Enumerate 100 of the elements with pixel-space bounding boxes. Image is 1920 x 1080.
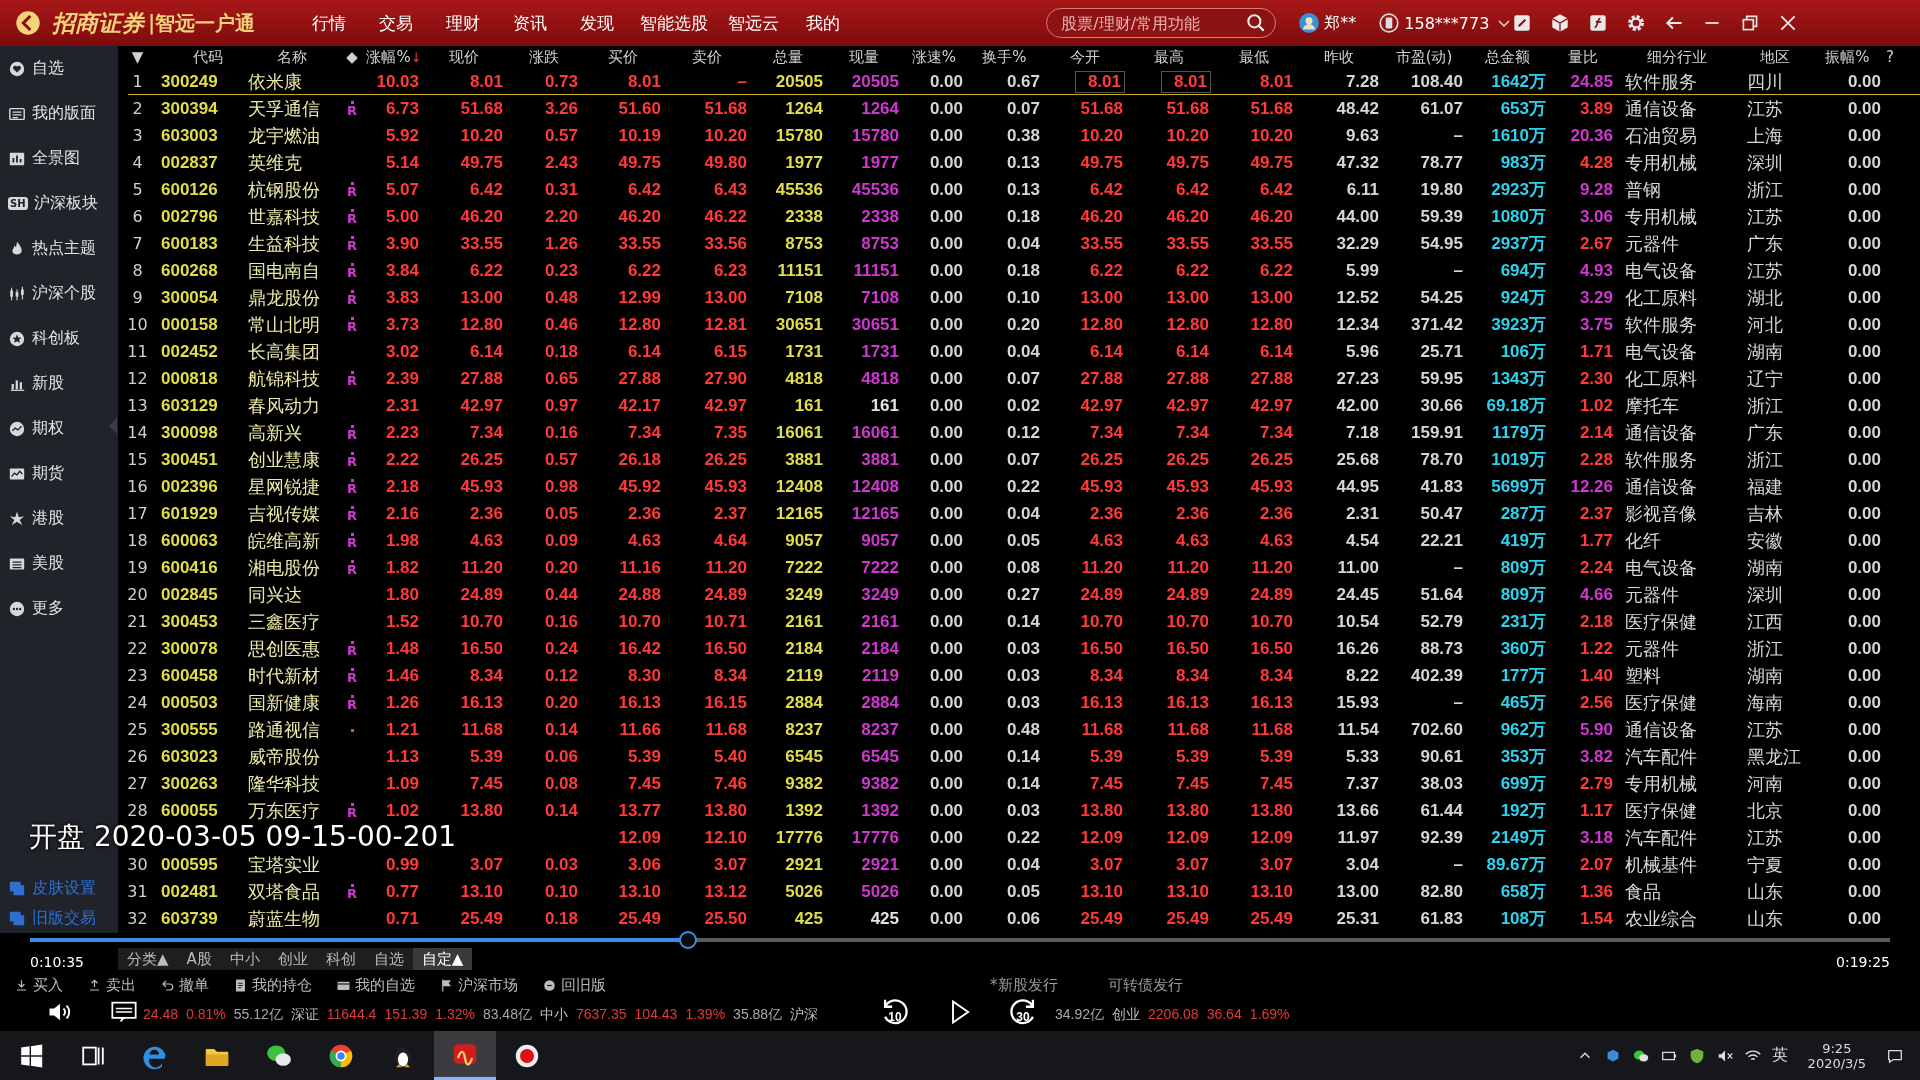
column-header[interactable]: 振幅% <box>1811 47 1884 67</box>
sidebar-item[interactable]: 热点主题 <box>0 226 118 271</box>
sidebar-item[interactable]: 新股 <box>0 361 118 406</box>
stock-code: 000595 <box>160 854 219 875</box>
stock-code: 600458 <box>160 665 219 686</box>
table-cell-text: 0.00 <box>1846 476 1882 497</box>
column-header[interactable]: 最低 <box>1212 47 1296 67</box>
column-header[interactable]: 最高 <box>1126 47 1212 67</box>
sidebar-item[interactable]: 港股 <box>0 496 118 541</box>
column-header[interactable]: 涨跌 <box>506 47 581 67</box>
column-header[interactable]: ◆ <box>338 48 366 66</box>
table-cell-text: 12.81 <box>703 314 748 335</box>
table-cell-text: 61.07 <box>1419 98 1464 119</box>
menu-item[interactable]: 智远云 <box>718 11 790 35</box>
menu-item[interactable]: 我的 <box>789 11 857 35</box>
sidebar-item[interactable]: 科创板 <box>0 316 118 361</box>
toolbar-button[interactable]: 我的自选 <box>336 975 415 995</box>
column-header[interactable]: 今开 <box>1043 47 1126 67</box>
toolbar-button[interactable]: 回旧版 <box>542 975 606 995</box>
toolbar-button[interactable]: 买入 <box>14 975 63 995</box>
user-name[interactable]: 郑** <box>1324 12 1357 34</box>
table-cell-text: 12.09 <box>1249 827 1294 848</box>
column-header[interactable]: 总金额 <box>1466 47 1549 67</box>
slider-thumb[interactable] <box>679 931 698 949</box>
column-header[interactable]: 现量 <box>826 47 902 67</box>
column-header[interactable]: 市盈(动) <box>1382 47 1466 67</box>
account-number[interactable]: 158***773 <box>1404 13 1490 33</box>
sidebar-item[interactable]: 更多 <box>0 586 118 631</box>
table-cell-text: 10.20 <box>1079 125 1124 146</box>
column-header[interactable]: 量比 <box>1549 47 1616 67</box>
column-header[interactable]: 卖价 <box>664 47 750 67</box>
column-header[interactable]: 代码 <box>157 47 245 67</box>
market-tab[interactable]: 分类▲ <box>118 948 178 970</box>
table-cell-text: 360万 <box>1499 638 1547 660</box>
sidebar-label: 沪深板块 <box>33 193 98 214</box>
column-header[interactable]: 换手% <box>966 47 1043 67</box>
news-link[interactable]: *新股发行 <box>990 975 1058 995</box>
sidebar-item[interactable]: 我的版面 <box>0 91 118 136</box>
market-tab[interactable]: 创业 <box>268 948 317 970</box>
row-number: 1 <box>131 72 144 91</box>
menu-item[interactable]: 行情 <box>295 11 363 35</box>
table-cell-text: 0.05 <box>543 503 579 524</box>
table-cell-text: 45.93 <box>1079 476 1124 497</box>
clock-date[interactable]: 2020/3/5 <box>1807 1055 1866 1071</box>
table-cell-text: 809万 <box>1499 584 1547 606</box>
sidebar-item[interactable]: 期货 <box>0 451 118 496</box>
toolbar-button[interactable]: 撤单 <box>160 975 209 995</box>
table-cell-text: 0.18 <box>1005 206 1041 227</box>
clock-time[interactable]: 9:25 <box>1822 1040 1852 1056</box>
market-tab[interactable]: 科创 <box>316 948 365 970</box>
help-icon[interactable]: ? <box>1884 48 1914 66</box>
sidebar-item[interactable]: 自选 <box>0 46 118 91</box>
market-tab[interactable]: 自选 <box>364 948 413 970</box>
news-link[interactable]: 可转债发行 <box>1107 975 1183 995</box>
column-header[interactable]: 地区 <box>1738 47 1811 67</box>
column-header[interactable]: ▼ <box>118 48 157 66</box>
toolbar-button[interactable]: 沪深市场 <box>439 975 518 995</box>
column-header[interactable]: 现价 <box>422 47 506 67</box>
menu-item[interactable]: 交易 <box>362 11 430 35</box>
table-cell-text: 0.12 <box>1005 422 1041 443</box>
sidebar-item[interactable]: 沪深个股 <box>0 271 118 316</box>
table-cell-text: 10.03 <box>375 71 420 92</box>
table-cell-text: 15780 <box>850 125 900 146</box>
menu-item[interactable]: 发现 <box>563 11 631 35</box>
sidebar-label: 热点主题 <box>32 238 96 259</box>
sidebar-item[interactable]: SH 沪深板块 <box>0 181 118 226</box>
sidebar-item[interactable]: 美股 <box>0 541 118 586</box>
caret-icon[interactable] <box>1497 18 1512 28</box>
table-cell-text: 51.68 <box>1165 98 1210 119</box>
progress-track[interactable] <box>30 938 1890 942</box>
column-header[interactable]: 涨幅%↓ <box>366 47 422 67</box>
column-header[interactable]: 细分行业 <box>1616 47 1738 67</box>
rewind-button[interactable]: 10 <box>878 994 912 1028</box>
table-cell-text: 6.42 <box>626 179 662 200</box>
market-tab[interactable]: A股 <box>177 948 221 970</box>
market-tab[interactable]: 自定▲ <box>412 948 473 970</box>
menu-item[interactable]: 智能选股 <box>630 11 719 35</box>
sidebar-item[interactable]: 期权 <box>0 406 118 451</box>
forward-button[interactable]: 30 <box>1006 994 1040 1028</box>
back-icon[interactable] <box>14 9 42 37</box>
column-header[interactable]: 总量 <box>750 47 826 67</box>
table-cell-text: 江苏 <box>1746 717 1784 742</box>
menu-item[interactable]: 理财 <box>429 11 497 35</box>
avatar-icon[interactable] <box>1298 12 1321 34</box>
row-number: 11 <box>126 342 149 361</box>
column-header[interactable]: 名称 <box>245 47 338 67</box>
input-method-indicator[interactable]: 英 <box>1771 1045 1788 1066</box>
menu-item[interactable]: 资讯 <box>496 11 564 35</box>
sidebar-item[interactable]: 全景图 <box>0 136 118 181</box>
column-header[interactable]: 买价 <box>581 47 664 67</box>
table-cell-text: 湖南 <box>1746 555 1784 580</box>
search-field[interactable]: 股票/理财/常用功能 <box>1046 8 1277 38</box>
table-cell-text: 24.89 <box>1079 584 1124 605</box>
column-header[interactable]: 昨收 <box>1296 47 1382 67</box>
market-tab[interactable]: 中小 <box>220 948 269 970</box>
toolbar-button[interactable]: 卖出 <box>87 975 136 995</box>
column-header[interactable]: 涨速% <box>902 47 966 67</box>
table-cell-text: 1264 <box>784 98 824 119</box>
toolbar-button[interactable]: 我的持仓 <box>233 975 312 995</box>
table-cell-text: 0.00 <box>928 206 964 227</box>
